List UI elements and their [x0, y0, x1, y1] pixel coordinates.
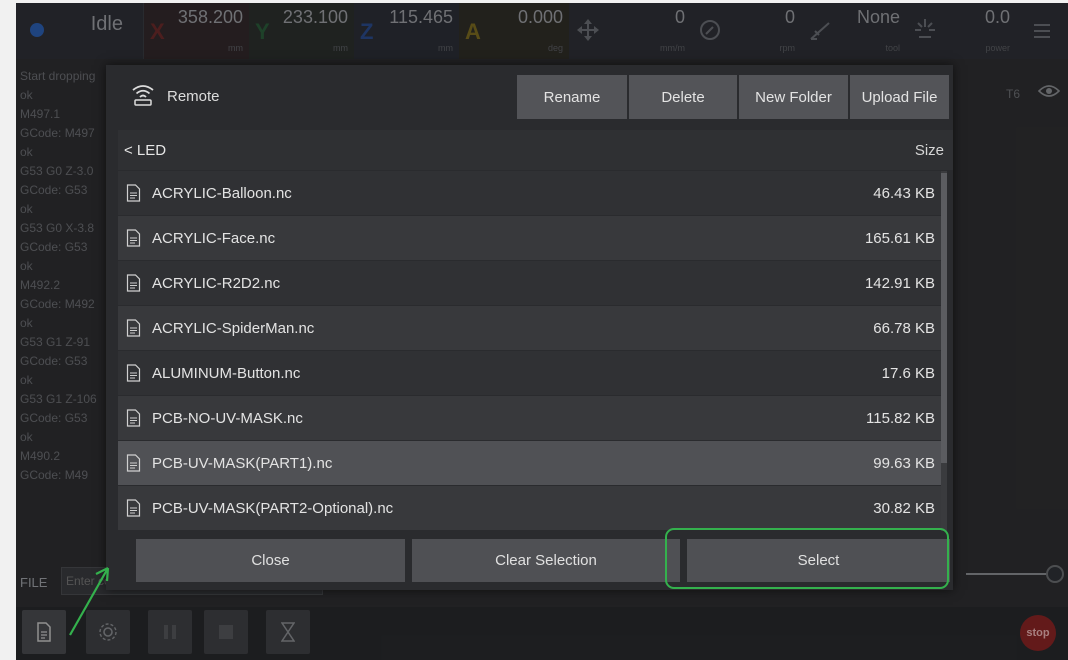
clear-selection-button[interactable]: Clear Selection: [412, 539, 680, 582]
file-size: 115.82 KB: [866, 410, 935, 427]
close-button[interactable]: Close: [136, 539, 405, 582]
file-name: PCB-UV-MASK(PART1).nc: [152, 455, 333, 472]
file-size: 142.91 KB: [864, 275, 935, 292]
file-row[interactable]: PCB-NO-UV-MASK.nc 115.82 KB: [118, 396, 941, 440]
file-size: 30.82 KB: [873, 500, 935, 517]
file-name: PCB-NO-UV-MASK.nc: [152, 410, 303, 427]
file-icon: [126, 364, 141, 382]
file-icon: [126, 454, 141, 472]
file-name: ACRYLIC-SpiderMan.nc: [152, 320, 315, 337]
file-row[interactable]: ALUMINUM-Button.nc 17.6 KB: [118, 351, 941, 395]
scrollbar-thumb[interactable]: [941, 173, 947, 463]
file-icon: [126, 184, 141, 202]
file-dialog: Remote Rename Delete New Folder Upload F…: [106, 65, 953, 590]
file-icon: [126, 319, 141, 337]
file-row[interactable]: ACRYLIC-SpiderMan.nc 66.78 KB: [118, 306, 941, 350]
file-row[interactable]: ACRYLIC-R2D2.nc 142.91 KB: [118, 261, 941, 305]
rename-button[interactable]: Rename: [517, 75, 627, 119]
file-size: 165.61 KB: [864, 230, 935, 247]
file-name: ACRYLIC-Balloon.nc: [152, 185, 292, 202]
dialog-header: Remote Rename Delete New Folder Upload F…: [106, 65, 953, 130]
file-size: 99.63 KB: [873, 455, 935, 472]
folder-back-link[interactable]: < LED: [124, 142, 166, 159]
folder-header-row: < LED Size: [118, 130, 953, 170]
file-icon: [126, 274, 141, 292]
file-list-scrollbar[interactable]: [941, 171, 947, 531]
file-row[interactable]: ACRYLIC-Face.nc 165.61 KB: [118, 216, 941, 260]
delete-button[interactable]: Delete: [629, 75, 737, 119]
remote-wifi-icon: [132, 85, 154, 106]
file-icon: [126, 499, 141, 517]
upload-file-button[interactable]: Upload File: [850, 75, 949, 119]
file-list: ACRYLIC-Balloon.nc 46.43 KB ACRYLIC-Face.n…: [118, 171, 941, 531]
file-icon: [126, 229, 141, 247]
file-size: 46.43 KB: [873, 185, 935, 202]
file-name: ALUMINUM-Button.nc: [152, 365, 301, 382]
file-name: ACRYLIC-Face.nc: [152, 230, 276, 247]
file-size: 66.78 KB: [873, 320, 935, 337]
file-name: PCB-UV-MASK(PART2-Optional).nc: [152, 500, 394, 517]
file-row[interactable]: PCB-UV-MASK(PART1).nc 99.63 KB: [118, 441, 941, 485]
source-label: Remote: [167, 88, 220, 105]
file-icon: [126, 409, 141, 427]
file-row[interactable]: PCB-UV-MASK(PART2-Optional).nc 30.82 KB: [118, 486, 941, 530]
size-column-header: Size: [914, 142, 944, 159]
file-name: ACRYLIC-R2D2.nc: [152, 275, 281, 292]
pointer-arrow: [69, 567, 110, 636]
new-folder-button[interactable]: New Folder: [739, 75, 848, 119]
select-highlight-outline: [665, 528, 949, 589]
file-row[interactable]: ACRYLIC-Balloon.nc 46.43 KB: [118, 171, 941, 215]
file-size: 17.6 KB: [881, 365, 935, 382]
